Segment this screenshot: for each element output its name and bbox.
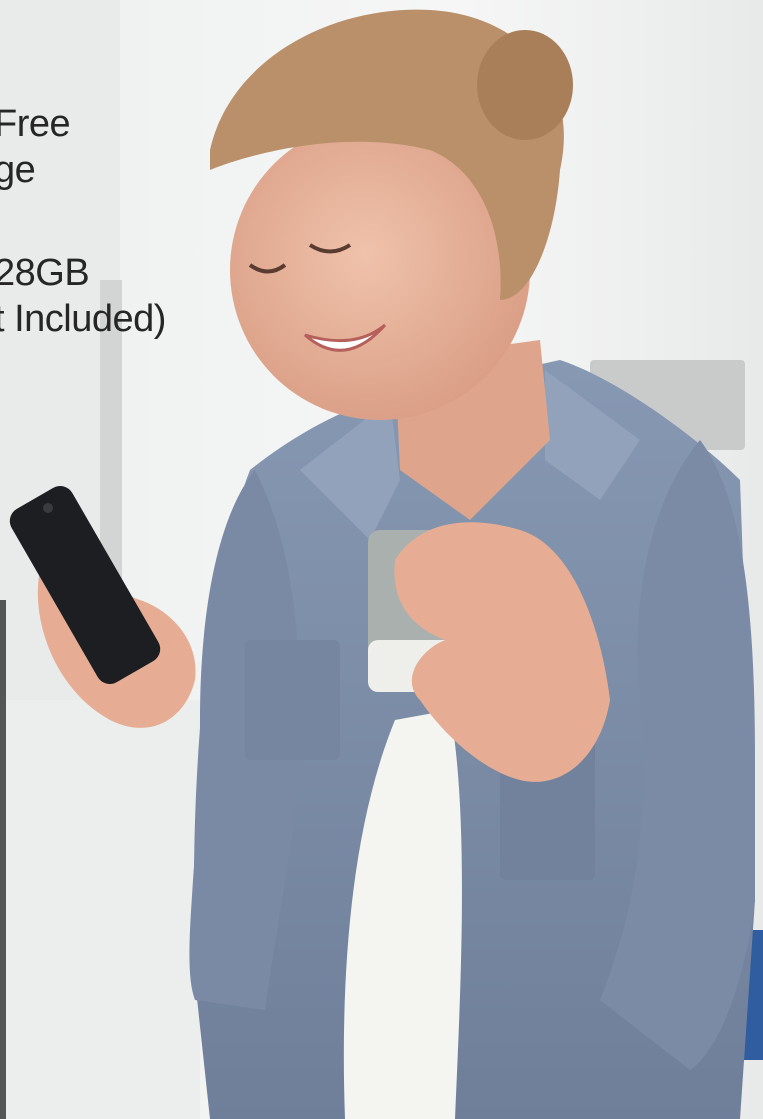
left-device-edge [0, 600, 6, 1119]
hair-bun [477, 30, 573, 140]
overlay-text-line-1: Free [0, 103, 71, 145]
background-counter [0, 700, 200, 1119]
overlay-text-line-3: 28GB [0, 252, 90, 294]
overlay-text-line-2: ge [0, 149, 36, 191]
overlay-text-line-4: t Included) [0, 298, 166, 340]
shirt-pocket [245, 640, 340, 760]
photo-scene [0, 0, 763, 1119]
